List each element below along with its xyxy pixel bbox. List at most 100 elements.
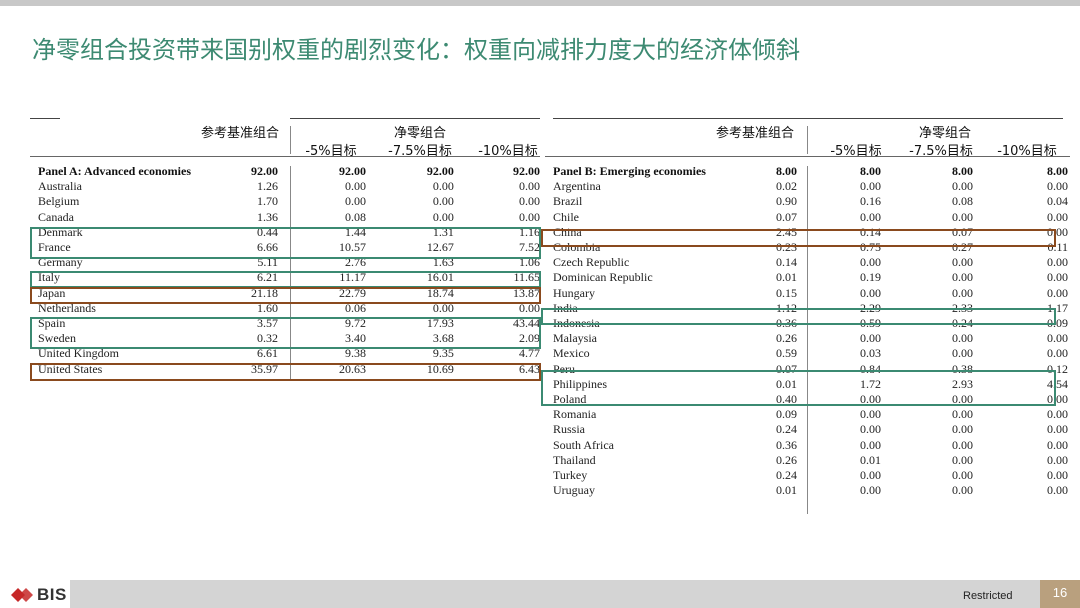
- target-7-5-cell: 0.38: [952, 361, 973, 376]
- target-5-cell: 0.01: [860, 452, 881, 467]
- target-5-cell: 3.40: [344, 331, 366, 346]
- target-7-5-cell: 0.00: [952, 468, 973, 483]
- target-5-cell: 11.17: [339, 270, 366, 285]
- benchmark-cell: 21.18: [250, 285, 278, 300]
- table-advanced-economies: Panel A: Advanced economies 92.00 92.00 92.…: [38, 164, 540, 377]
- target-5-cell: 1.72: [860, 376, 881, 391]
- target-10-cell: 0.00: [1047, 468, 1068, 483]
- benchmark-cell: 0.59: [776, 346, 797, 361]
- top-rule: [553, 118, 1063, 119]
- table-row: France 6.66 10.57 12.67 7.52: [38, 240, 540, 255]
- table-row: Romania 0.09 0.00 0.00 0.00: [553, 407, 1068, 422]
- table-row: Malaysia 0.26 0.00 0.00 0.00: [553, 331, 1068, 346]
- country-cell: Spain: [38, 316, 66, 331]
- target-7-5-cell: 1.63: [432, 255, 454, 270]
- restricted-label: Restricted: [963, 590, 1013, 602]
- target-10-cell: 0.00: [1047, 209, 1068, 224]
- target-10-cell: 0.00: [519, 209, 540, 224]
- benchmark-cell: 35.97: [250, 361, 278, 376]
- table-row: Hungary 0.15 0.00 0.00 0.00: [553, 286, 1068, 301]
- benchmark-cell: 2.45: [776, 224, 797, 239]
- target-7-5-cell: 16.01: [426, 270, 454, 285]
- table-row: Thailand 0.26 0.01 0.00 0.00: [553, 453, 1068, 468]
- target-5-cell: 0.00: [860, 179, 881, 194]
- table-row: Russia 0.24 0.00 0.00 0.00: [553, 422, 1068, 437]
- target-7-5-cell: 12.67: [426, 240, 454, 255]
- table-row: Chile 0.07 0.00 0.00 0.00: [553, 210, 1068, 225]
- target-5-cell: 0.00: [860, 422, 881, 437]
- target-5-cell: 2.29: [860, 300, 881, 315]
- target-10-cell: 0.09: [1047, 316, 1068, 331]
- header-rule: [545, 156, 1070, 157]
- target-7-5-cell: 0.00: [952, 346, 973, 361]
- target-7-5-cell: 0.00: [952, 437, 973, 452]
- target-5-cell: 9.38: [344, 346, 366, 361]
- benchmark-cell: 0.09: [776, 407, 797, 422]
- header-benchmark: 参考基准组合: [715, 126, 794, 141]
- table-row: Denmark 0.44 1.44 1.31 1.16: [38, 225, 540, 240]
- benchmark-cell: 1.36: [256, 209, 278, 224]
- benchmark-cell: 0.24: [776, 468, 797, 483]
- benchmark-cell: 0.15: [776, 285, 797, 300]
- country-cell: Japan: [38, 285, 66, 300]
- target-5-cell: 0.19: [860, 270, 881, 285]
- target-5-cell: 0.00: [860, 331, 881, 346]
- country-cell: Malaysia: [553, 331, 597, 346]
- table-row: United Kingdom 6.61 9.38 9.35 4.77: [38, 346, 540, 361]
- target-7-5-cell: 2.33: [952, 300, 973, 315]
- benchmark-cell: 0.90: [776, 194, 797, 209]
- table-row: South Africa 0.36 0.00 0.00 0.00: [553, 438, 1068, 453]
- bis-logo-icon: [11, 588, 33, 602]
- header-netzero: 净零组合: [918, 126, 971, 141]
- target-5-cell: 9.72: [344, 316, 366, 331]
- target-5-cell: 0.00: [860, 407, 881, 422]
- target-7-5-cell: 0.00: [952, 179, 973, 194]
- target-10-cell: 0.00: [1047, 483, 1068, 498]
- target-7-5-cell: 0.00: [432, 300, 454, 315]
- country-cell: Australia: [38, 179, 82, 194]
- target-5-cell: 0.03: [860, 346, 881, 361]
- table-row: Peru 0.07 0.84 0.38 0.12: [553, 362, 1068, 377]
- benchmark-cell: 0.01: [776, 376, 797, 391]
- benchmark-cell: 8.00: [776, 164, 797, 178]
- country-cell: Philippines: [553, 376, 608, 391]
- target-5-cell: 0.00: [344, 194, 366, 209]
- target-7-5-cell: 17.93: [426, 316, 454, 331]
- target-10-cell: 0.00: [1047, 179, 1068, 194]
- target-10-cell: 0.00: [1047, 452, 1068, 467]
- benchmark-cell: 6.66: [256, 240, 278, 255]
- table-row: Australia 1.26 0.00 0.00 0.00: [38, 179, 540, 194]
- country-cell: Denmark: [38, 224, 83, 239]
- target-10-cell: 1.16: [519, 224, 540, 239]
- table-row: Argentina 0.02 0.00 0.00 0.00: [553, 179, 1068, 194]
- target-5-cell: 10.57: [338, 240, 366, 255]
- target-10-cell: 0.00: [1047, 255, 1068, 270]
- target-5-cell: 0.00: [860, 285, 881, 300]
- top-bar: [0, 0, 1080, 6]
- target-10-cell: 4.77: [519, 346, 540, 361]
- target-5-cell: 0.00: [860, 468, 881, 483]
- target-10-cell: 0.00: [1047, 270, 1068, 285]
- benchmark-cell: 0.23: [776, 240, 797, 255]
- target-5-cell: 0.00: [860, 209, 881, 224]
- target-7-5-cell: 2.93: [952, 376, 973, 391]
- target-10-cell: 0.00: [1047, 346, 1068, 361]
- target-7-5-cell: 0.00: [952, 331, 973, 346]
- target-5-cell: 0.14: [860, 224, 881, 239]
- table-row: Uruguay 0.01 0.00 0.00 0.00: [553, 483, 1068, 498]
- target-5-cell: 0.00: [344, 179, 366, 194]
- target-5-cell: 0.06: [344, 300, 366, 315]
- target-7-5-cell: 8.00: [952, 164, 973, 178]
- country-cell: Czech Republic: [553, 255, 630, 270]
- country-cell: United Kingdom: [38, 346, 119, 361]
- benchmark-cell: 92.00: [250, 164, 278, 178]
- country-cell: Netherlands: [38, 300, 96, 315]
- table-row: Belgium 1.70 0.00 0.00 0.00: [38, 194, 540, 209]
- table-row: Dominican Republic 0.01 0.19 0.00 0.00: [553, 270, 1068, 285]
- target-10-cell: 0.00: [519, 300, 540, 315]
- table-row: Japan 21.18 22.79 18.74 13.87: [38, 286, 540, 301]
- country-cell: Turkey: [553, 468, 588, 483]
- table-row: Colombia 0.23 0.75 0.27 0.11: [553, 240, 1068, 255]
- country-cell: Colombia: [553, 240, 601, 255]
- target-10-cell: 7.52: [519, 240, 540, 255]
